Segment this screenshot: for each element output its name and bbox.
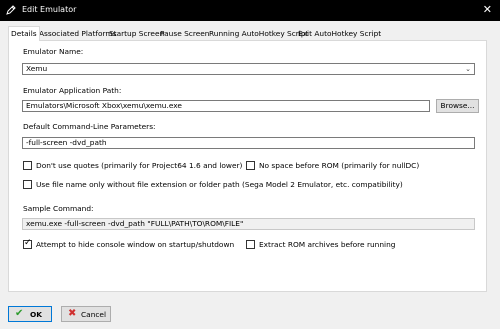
hide-console-checkbox[interactable]: ✓ — [23, 238, 32, 249]
details-panel: Emulator Name: Xemu ⌄ Emulator Applicati… — [8, 40, 487, 292]
close-icon[interactable]: ✕ — [483, 3, 492, 17]
app-path-value: Emulators\Microsoft Xbox\xemu\xemu.exe — [26, 101, 182, 110]
chevron-down-icon: ⌄ — [465, 65, 471, 73]
tab-exit-autohotkey-script[interactable]: Exit AutoHotkey Script — [296, 27, 383, 40]
extract-rom-checkbox[interactable] — [246, 240, 255, 249]
ok-check-icon: ✔ — [15, 308, 24, 319]
cancel-x-icon: ✖ — [68, 308, 77, 319]
checkmark-icon: ✓ — [24, 238, 32, 248]
cancel-button[interactable]: ✖ Cancel — [61, 306, 111, 322]
no-space-checkbox[interactable] — [246, 161, 255, 170]
app-path-label: Emulator Application Path: — [23, 86, 122, 95]
params-value: -full-screen -dvd_path — [26, 138, 107, 147]
emulator-name-dropdown[interactable]: Xemu ⌄ — [22, 63, 475, 75]
sample-command-value: xemu.exe -full-screen -dvd_path "FULL\PA… — [26, 219, 244, 228]
filename-only-label: Use file name only without file extensio… — [36, 180, 403, 189]
title-bar: Edit Emulator ✕ — [0, 0, 500, 21]
params-label: Default Command-Line Parameters: — [23, 122, 156, 131]
no-quotes-checkbox[interactable] — [23, 161, 32, 170]
no-quotes-label: Don't use quotes (primarily for Project6… — [36, 161, 243, 170]
extract-rom-label: Extract ROM archives before running — [259, 240, 396, 249]
filename-only-checkbox[interactable] — [23, 180, 32, 189]
ok-label: OK — [30, 310, 43, 319]
browse-label: Browse... — [440, 101, 475, 110]
tab-running-autohotkey-script[interactable]: Running AutoHotkey Script — [207, 27, 311, 40]
emulator-name-label: Emulator Name: — [23, 47, 84, 56]
sample-command-field: xemu.exe -full-screen -dvd_path "FULL\PA… — [22, 218, 475, 230]
hide-console-label: Attempt to hide console window on startu… — [36, 240, 235, 249]
tab-details[interactable]: Details — [8, 26, 40, 41]
window-title: Edit Emulator — [22, 5, 77, 14]
cancel-label: Cancel — [81, 310, 107, 319]
edit-pencil-icon — [6, 5, 16, 15]
app-path-input[interactable]: Emulators\Microsoft Xbox\xemu\xemu.exe — [22, 100, 430, 112]
ok-button[interactable]: ✔ OK — [8, 306, 52, 322]
params-input[interactable]: -full-screen -dvd_path — [22, 137, 475, 149]
emulator-name-value: Xemu — [26, 64, 48, 73]
browse-button[interactable]: Browse... — [436, 99, 479, 113]
no-space-label: No space before ROM (primarily for nullD… — [259, 161, 420, 170]
sample-command-label: Sample Command: — [23, 204, 94, 213]
tab-pause-screen[interactable]: Pause Screen — [158, 27, 212, 40]
